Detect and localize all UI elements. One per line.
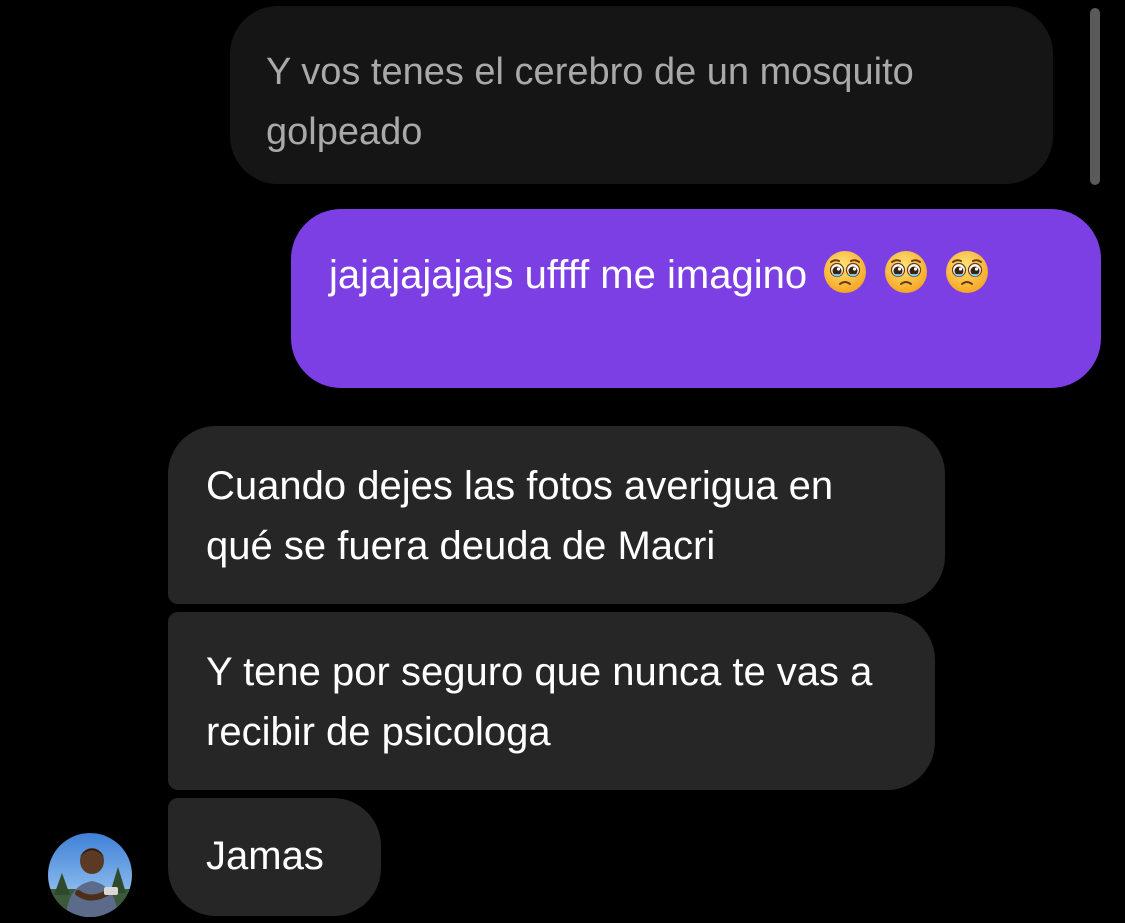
message-text: Y tene por seguro que nunca te vas a rec… xyxy=(206,650,873,754)
message-bubble-incoming[interactable]: Cuando dejes las fotos averigua en qué s… xyxy=(168,426,945,604)
message-text: Jamas xyxy=(206,834,324,878)
message-text: Cuando dejes las fotos averigua en qué s… xyxy=(206,464,834,568)
message-bubble-incoming[interactable]: Jamas xyxy=(168,798,381,916)
message-bubble-incoming[interactable]: Y vos tenes el cerebro de un mosquito go… xyxy=(230,6,1053,184)
pleading-face-emoji xyxy=(944,249,990,295)
scrollbar[interactable] xyxy=(1090,8,1100,185)
pleading-face-emoji xyxy=(883,249,929,295)
message-bubble-incoming[interactable]: Y tene por seguro que nunca te vas a rec… xyxy=(168,612,935,790)
message-text: jajajajajajs uffff me imagino xyxy=(329,253,808,297)
message-text: Y vos tenes el cerebro de un mosquito go… xyxy=(266,51,914,153)
pleading-face-emoji xyxy=(822,249,868,295)
contact-avatar[interactable] xyxy=(48,833,132,917)
message-bubble-outgoing[interactable]: jajajajajajs uffff me imagino xyxy=(291,209,1101,388)
